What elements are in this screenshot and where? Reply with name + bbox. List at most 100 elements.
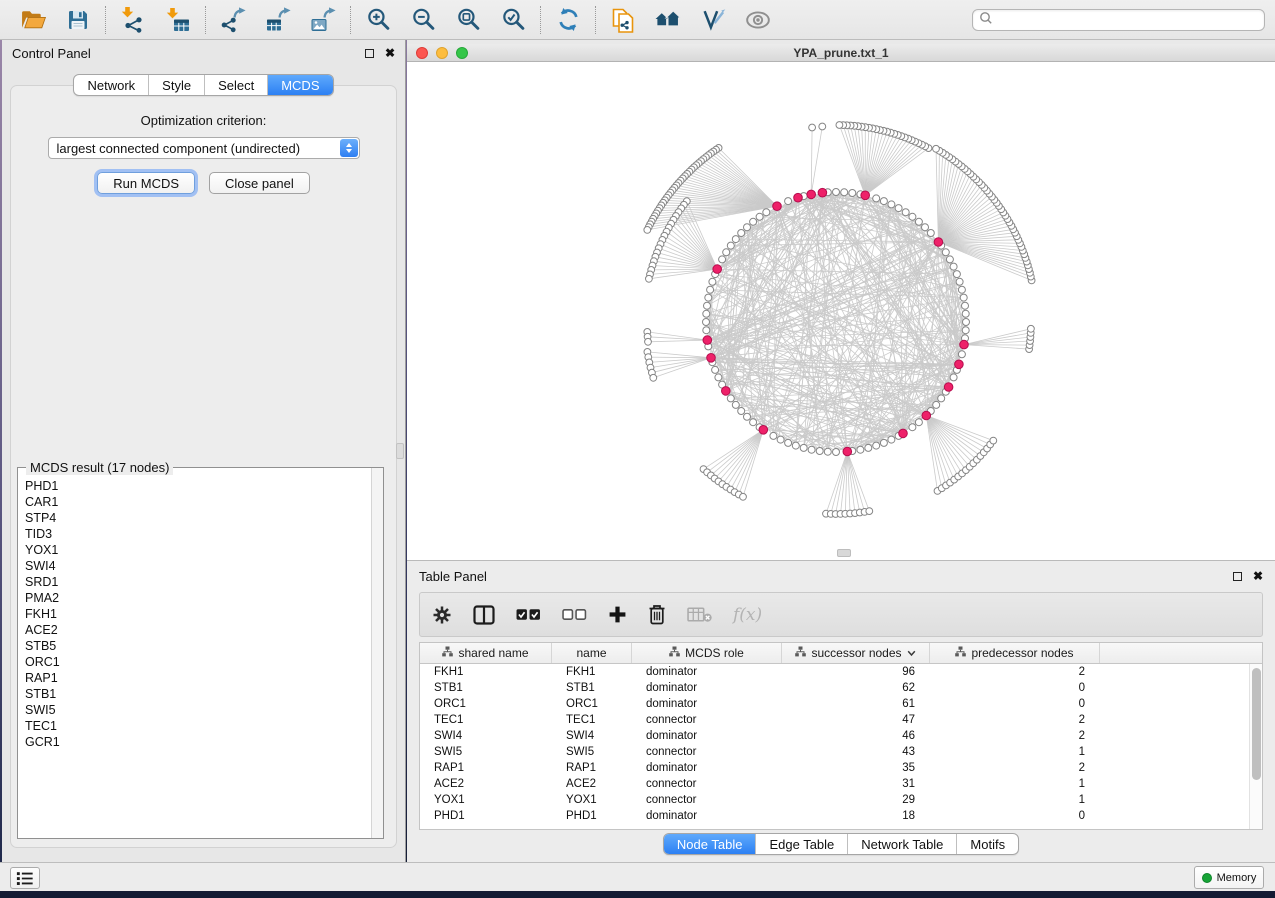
table-panel: Table Panel ✖ bbox=[407, 560, 1275, 862]
cell-filler bbox=[1100, 728, 1249, 744]
mcds-node-item[interactable]: SWI5 bbox=[25, 702, 370, 718]
open-file-icon[interactable] bbox=[19, 6, 47, 34]
eye-icon[interactable] bbox=[744, 6, 772, 34]
function-builder-icon[interactable]: f(x) bbox=[733, 605, 762, 625]
close-panel-icon[interactable]: ✖ bbox=[385, 48, 395, 58]
tab-network[interactable]: Network bbox=[74, 75, 148, 95]
tab-motifs[interactable]: Motifs bbox=[956, 834, 1018, 854]
column-header-name[interactable]: name bbox=[552, 643, 632, 663]
cell-predecessor-nodes: 2 bbox=[930, 664, 1100, 680]
task-list-button[interactable] bbox=[10, 867, 40, 889]
column-header-MCDS-role[interactable]: MCDS role bbox=[632, 643, 782, 663]
main-toolbar bbox=[0, 0, 1275, 40]
mcds-node-item[interactable]: STB5 bbox=[25, 638, 370, 654]
vertical-splitter-handle[interactable] bbox=[396, 443, 404, 459]
save-icon[interactable] bbox=[64, 6, 92, 34]
zoom-in-icon[interactable] bbox=[364, 6, 392, 34]
split-panel-icon[interactable] bbox=[473, 605, 495, 625]
cell-predecessor-nodes: 2 bbox=[930, 728, 1100, 744]
table-row[interactable]: ACE2ACE2connector311 bbox=[420, 776, 1249, 792]
zoom-selected-icon[interactable] bbox=[499, 6, 527, 34]
add-column-icon[interactable] bbox=[608, 605, 627, 624]
column-header-predecessor-nodes[interactable]: predecessor nodes bbox=[930, 643, 1100, 663]
mcds-node-item[interactable]: ACE2 bbox=[25, 622, 370, 638]
export-image-icon[interactable] bbox=[309, 6, 337, 34]
zoom-out-icon[interactable] bbox=[409, 6, 437, 34]
table-scrollbar[interactable] bbox=[1249, 664, 1262, 829]
mcds-node-item[interactable]: PMA2 bbox=[25, 590, 370, 606]
tab-node-table[interactable]: Node Table bbox=[664, 834, 756, 854]
tab-network-table[interactable]: Network Table bbox=[847, 834, 956, 854]
cell-name: ACE2 bbox=[552, 776, 632, 792]
mcds-node-item[interactable]: GCR1 bbox=[25, 734, 370, 750]
cell-name: YOX1 bbox=[552, 792, 632, 808]
mcds-node-item[interactable]: RAP1 bbox=[25, 670, 370, 686]
column-header-label: shared name bbox=[458, 646, 528, 660]
settings-gear-icon[interactable] bbox=[432, 605, 452, 625]
tab-style[interactable]: Style bbox=[148, 75, 204, 95]
table-row[interactable]: SWI4SWI4dominator462 bbox=[420, 728, 1249, 744]
optimization-criterion-select[interactable]: largest connected component (undirected) bbox=[48, 137, 360, 159]
table-row[interactable]: STB1STB1dominator620 bbox=[420, 680, 1249, 696]
table-row[interactable]: PHD1PHD1dominator180 bbox=[420, 808, 1249, 824]
table-row[interactable]: SWI5SWI5connector431 bbox=[420, 744, 1249, 760]
mcds-node-item[interactable]: YOX1 bbox=[25, 542, 370, 558]
export-network-icon[interactable] bbox=[219, 6, 247, 34]
cell-filler bbox=[1100, 760, 1249, 776]
select-all-checkboxes-icon[interactable] bbox=[516, 608, 541, 621]
close-table-panel-icon[interactable]: ✖ bbox=[1253, 571, 1263, 581]
import-table-icon[interactable] bbox=[164, 6, 192, 34]
table-row[interactable]: RAP1RAP1dominator352 bbox=[420, 760, 1249, 776]
mcds-node-item[interactable]: TEC1 bbox=[25, 718, 370, 734]
mcds-node-item[interactable]: SWI4 bbox=[25, 558, 370, 574]
tab-edge-table[interactable]: Edge Table bbox=[755, 834, 847, 854]
memory-button[interactable]: Memory bbox=[1194, 866, 1264, 889]
column-header-successor-nodes[interactable]: successor nodes bbox=[782, 643, 930, 663]
document-network-icon[interactable] bbox=[609, 6, 637, 34]
network-canvas[interactable] bbox=[407, 62, 1275, 560]
cell-name: ORC1 bbox=[552, 696, 632, 712]
search-input[interactable] bbox=[997, 13, 1258, 27]
mcds-tab-content: Optimization criterion: largest connecte… bbox=[10, 85, 397, 848]
tab-select[interactable]: Select bbox=[204, 75, 267, 95]
mcds-node-item[interactable]: PHD1 bbox=[25, 478, 370, 494]
tab-mcds[interactable]: MCDS bbox=[267, 75, 332, 95]
delete-table-icon[interactable] bbox=[687, 606, 712, 623]
delete-icon[interactable] bbox=[648, 604, 666, 625]
import-network-icon[interactable] bbox=[119, 6, 147, 34]
table-row[interactable]: YOX1YOX1connector291 bbox=[420, 792, 1249, 808]
refresh-icon[interactable] bbox=[554, 6, 582, 34]
cell-filler bbox=[1100, 808, 1249, 824]
mcds-node-item[interactable]: STP4 bbox=[25, 510, 370, 526]
column-header-shared-name[interactable]: shared name bbox=[420, 643, 552, 663]
minimize-window-icon[interactable] bbox=[436, 47, 448, 59]
mcds-node-item[interactable]: CAR1 bbox=[25, 494, 370, 510]
mcds-node-item[interactable]: FKH1 bbox=[25, 606, 370, 622]
zoom-fit-icon[interactable] bbox=[454, 6, 482, 34]
cell-name: RAP1 bbox=[552, 760, 632, 776]
mcds-node-item[interactable]: SRD1 bbox=[25, 574, 370, 590]
float-table-panel-icon[interactable] bbox=[1233, 572, 1242, 581]
run-mcds-button[interactable]: Run MCDS bbox=[97, 172, 195, 194]
table-row[interactable]: ORC1ORC1dominator610 bbox=[420, 696, 1249, 712]
visual-style-v-icon[interactable] bbox=[699, 6, 727, 34]
mcds-node-item[interactable]: TID3 bbox=[25, 526, 370, 542]
float-panel-icon[interactable] bbox=[365, 49, 374, 58]
table-scrollbar-thumb[interactable] bbox=[1252, 668, 1261, 780]
mcds-node-item[interactable]: STB1 bbox=[25, 686, 370, 702]
table-row[interactable]: TEC1TEC1connector472 bbox=[420, 712, 1249, 728]
zoom-window-icon[interactable] bbox=[456, 47, 468, 59]
mcds-list-scrollbar[interactable] bbox=[371, 468, 383, 838]
close-window-icon[interactable] bbox=[416, 47, 428, 59]
close-panel-button[interactable]: Close panel bbox=[209, 172, 310, 194]
network-window-titlebar[interactable]: YPA_prune.txt_1 bbox=[407, 44, 1275, 62]
deselect-all-checkboxes-icon[interactable] bbox=[562, 608, 587, 621]
cell-name: SWI5 bbox=[552, 744, 632, 760]
table-header-row: shared name nameMCDS rolesuccessor nodesp… bbox=[420, 643, 1262, 664]
cell-predecessor-nodes: 1 bbox=[930, 792, 1100, 808]
horizontal-splitter-handle[interactable] bbox=[837, 549, 851, 557]
mcds-node-item[interactable]: ORC1 bbox=[25, 654, 370, 670]
export-table-icon[interactable] bbox=[264, 6, 292, 34]
table-row[interactable]: FKH1FKH1dominator962 bbox=[420, 664, 1249, 680]
home-houses-icon[interactable] bbox=[654, 6, 682, 34]
